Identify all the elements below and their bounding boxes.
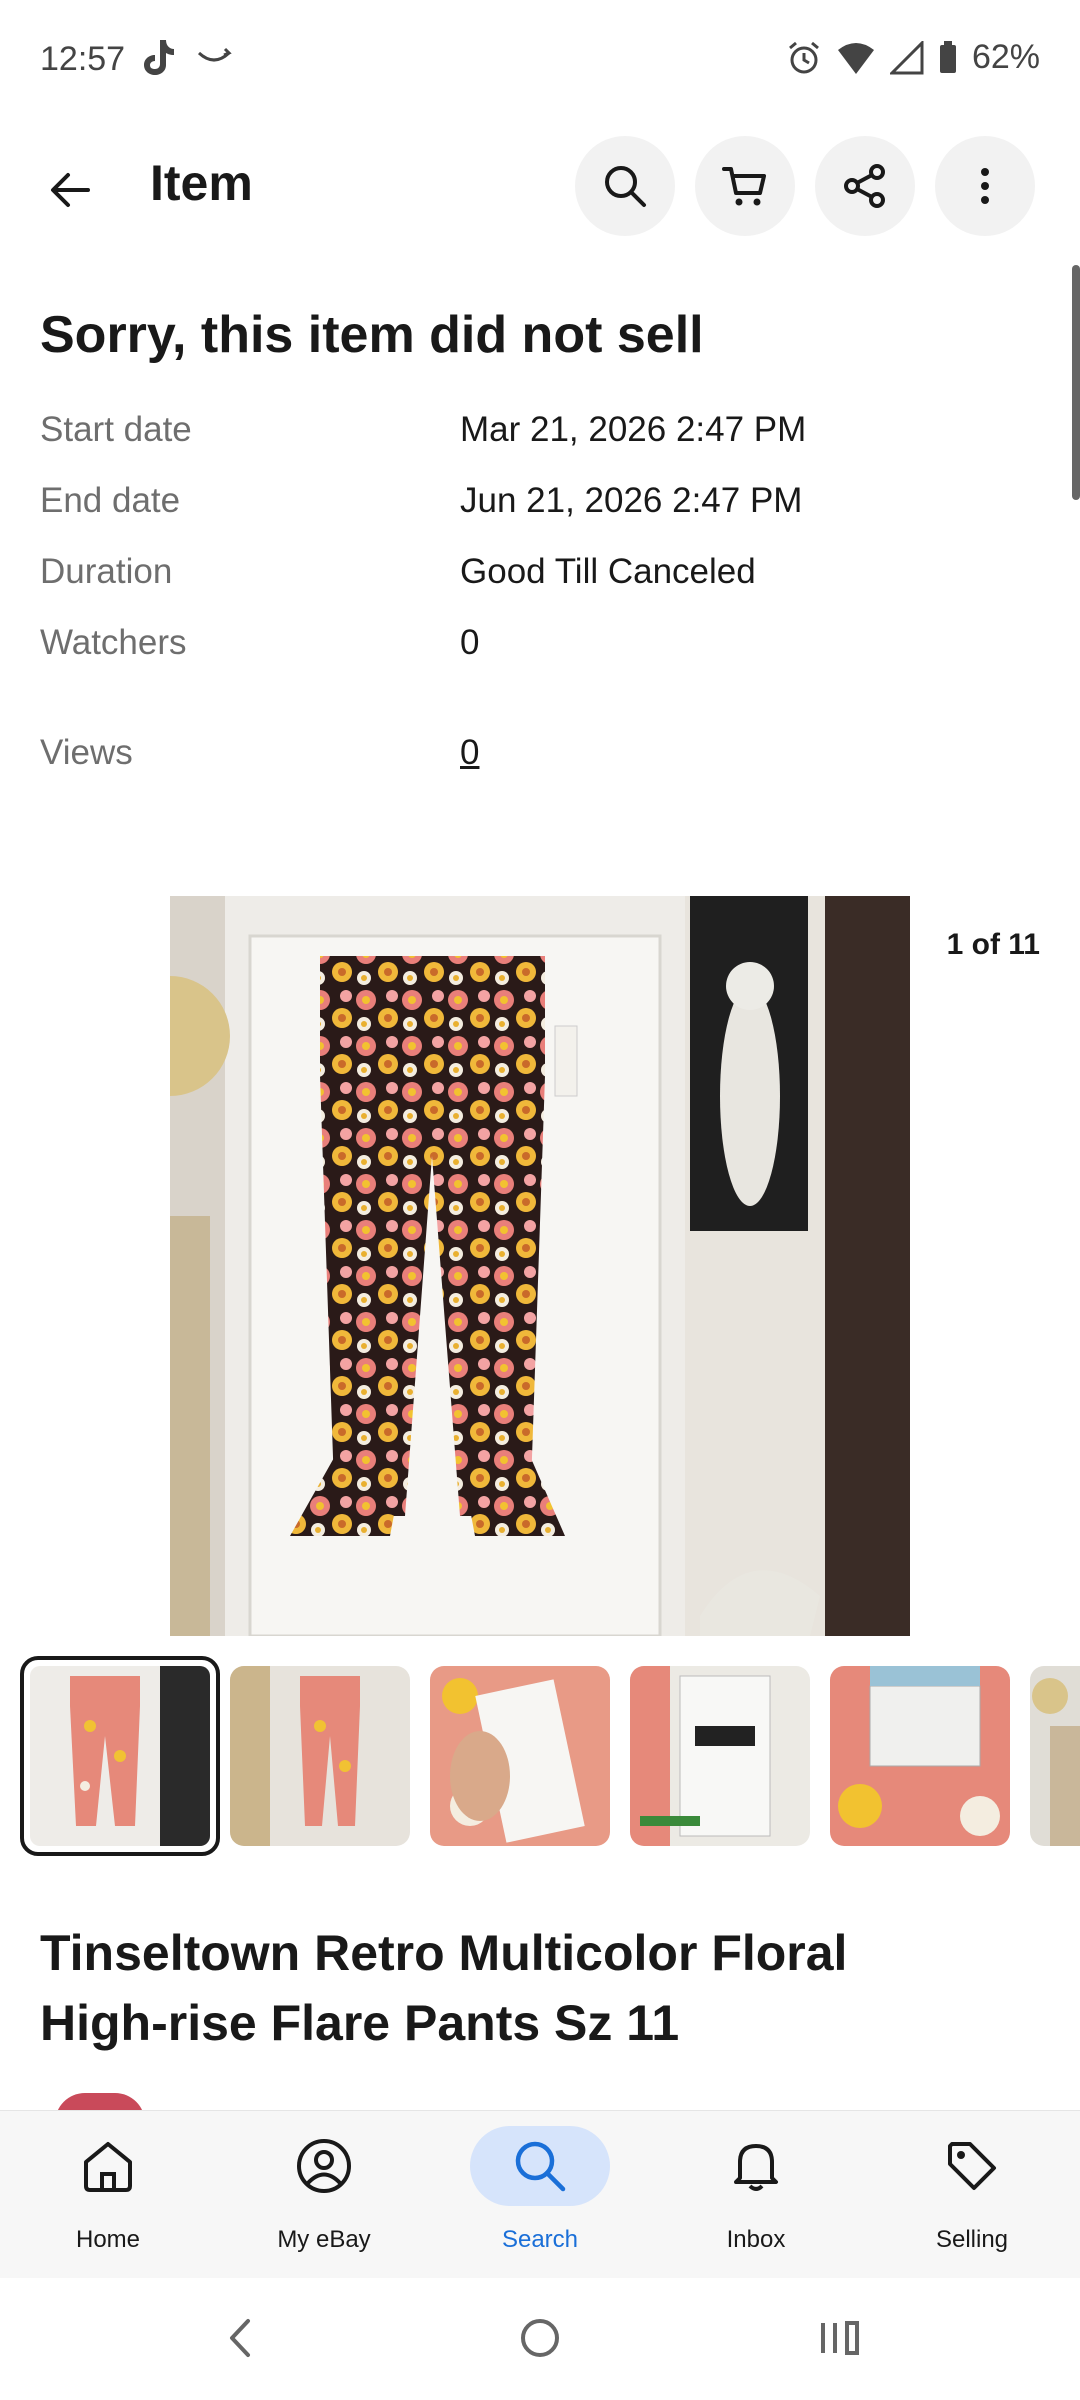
- search-icon: [515, 2141, 566, 2192]
- thumbnail-image: [230, 1666, 410, 1846]
- cart-icon: [722, 167, 766, 206]
- arrow-left-icon: [51, 173, 90, 207]
- detail-row-views: Views 0: [40, 733, 1040, 793]
- signal-icon: [889, 40, 924, 74]
- more-options-button[interactable]: [935, 136, 1035, 236]
- share-icon: [844, 164, 885, 208]
- system-back-button[interactable]: [200, 2308, 280, 2368]
- share-button[interactable]: [815, 136, 915, 236]
- thumbnail-4[interactable]: [630, 1666, 810, 1846]
- status-time: 12:57: [40, 40, 126, 78]
- bottom-navigation: Home My eBay Search Inbox Selling: [0, 2110, 1080, 2278]
- thumbnail-5[interactable]: [830, 1666, 1010, 1846]
- nav-label: Selling: [935, 2226, 1009, 2253]
- nav-label: Home: [75, 2226, 141, 2253]
- nav-my-ebay[interactable]: My eBay: [216, 2111, 432, 2279]
- status-right-icons: 62%: [786, 38, 1040, 77]
- chevron-left-icon: [230, 2319, 250, 2357]
- detail-value: Good Till Canceled: [460, 552, 756, 591]
- thumbnail-1[interactable]: [20, 1656, 220, 1856]
- detail-row-duration: Duration Good Till Canceled: [40, 552, 1040, 612]
- scrollbar[interactable]: [1072, 265, 1080, 500]
- status-bar: 12:57 62%: [0, 0, 1080, 125]
- main-item-photo[interactable]: [170, 896, 910, 1636]
- app-bar: Item: [0, 130, 1080, 240]
- status-left-icons: [140, 38, 232, 76]
- detail-label: End date: [40, 481, 181, 520]
- thumbnail-strip[interactable]: [20, 1656, 1080, 1856]
- detail-label: Duration: [40, 552, 173, 591]
- thumbnail-image: [830, 1666, 1010, 1846]
- detail-label: Views: [40, 733, 133, 772]
- item-title: Tinseltown Retro Multicolor Floral High-…: [40, 1918, 1020, 2058]
- smile-notification-icon: [197, 47, 232, 62]
- alarm-icon: [788, 41, 819, 73]
- nav-home[interactable]: Home: [0, 2111, 216, 2279]
- thumbnail-image: [1030, 1666, 1080, 1846]
- bell-icon: [734, 2144, 778, 2191]
- thumbnail-image: [30, 1666, 210, 1846]
- home-circle-icon: [521, 2319, 559, 2357]
- battery-icon: [939, 40, 956, 73]
- account-icon: [297, 2139, 351, 2193]
- nav-inbox[interactable]: Inbox: [648, 2111, 864, 2279]
- listing-status-headline: Sorry, this item did not sell: [40, 306, 704, 364]
- system-home-button[interactable]: [500, 2308, 580, 2368]
- nav-label: Inbox: [726, 2226, 786, 2253]
- thumbnail-6[interactable]: [1030, 1666, 1080, 1846]
- thumbnail-2[interactable]: [230, 1666, 410, 1846]
- thumbnail-3[interactable]: [430, 1666, 610, 1846]
- back-button[interactable]: [30, 150, 110, 230]
- recents-icon: [821, 2321, 859, 2355]
- detail-value: Mar 21, 2026 2:47 PM: [460, 410, 807, 449]
- detail-row-watchers: Watchers 0: [40, 623, 1040, 683]
- detail-label: Start date: [40, 410, 192, 449]
- wifi-icon: [837, 42, 874, 74]
- detail-value: 0: [460, 623, 480, 662]
- tag-icon: [948, 2142, 996, 2190]
- home-icon: [84, 2142, 132, 2192]
- views-link[interactable]: 0: [460, 733, 479, 773]
- photo-counter: 1 of 11: [946, 928, 1040, 961]
- nav-label: My eBay: [277, 2226, 371, 2253]
- more-vertical-icon: [981, 168, 989, 204]
- battery-percent: 62%: [971, 38, 1040, 76]
- item-photo-illustration: [170, 896, 910, 1636]
- thumbnail-image: [630, 1666, 810, 1846]
- nav-selling[interactable]: Selling: [864, 2111, 1080, 2279]
- detail-value: Jun 21, 2026 2:47 PM: [460, 481, 803, 520]
- detail-label: Watchers: [40, 623, 187, 662]
- nav-search[interactable]: Search: [432, 2111, 648, 2279]
- cart-button[interactable]: [695, 136, 795, 236]
- nav-label: Search: [501, 2226, 579, 2253]
- page-title: Item: [150, 155, 253, 211]
- search-icon: [605, 166, 646, 207]
- system-recents-button[interactable]: [800, 2308, 880, 2368]
- thumbnail-image: [430, 1666, 610, 1846]
- detail-row-start-date: Start date Mar 21, 2026 2:47 PM: [40, 410, 1040, 470]
- system-navigation-bar: [0, 2278, 1080, 2400]
- item-title-line-2: High-rise Flare Pants Sz 11: [40, 1995, 680, 2051]
- detail-row-end-date: End date Jun 21, 2026 2:47 PM: [40, 481, 1040, 541]
- search-button[interactable]: [575, 136, 675, 236]
- tiktok-icon: [144, 40, 174, 75]
- item-title-line-1: Tinseltown Retro Multicolor Floral: [40, 1925, 848, 1981]
